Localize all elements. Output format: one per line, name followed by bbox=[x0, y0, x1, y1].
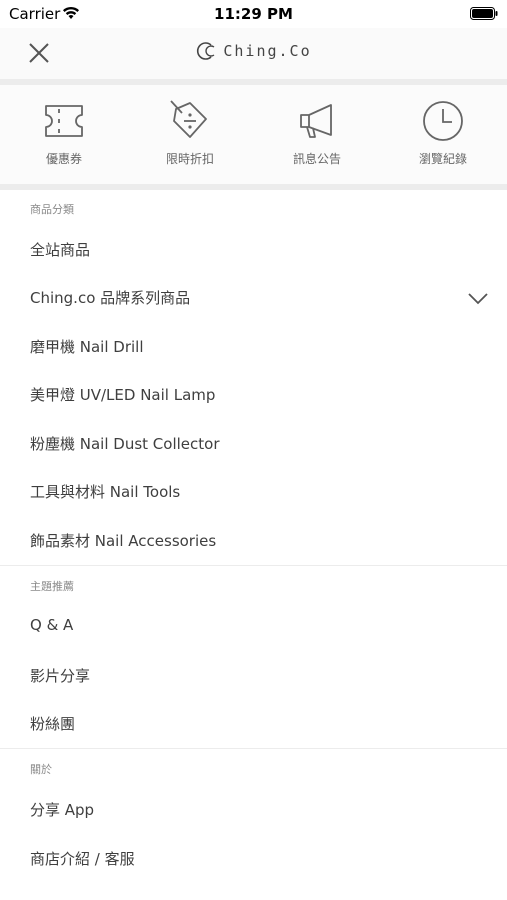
quick-link-coupons[interactable]: 優惠券 bbox=[9, 85, 119, 184]
section-header-about: 關於 bbox=[30, 763, 52, 776]
menu-item-label: 分享 App bbox=[30, 801, 95, 819]
quick-link-history[interactable]: 瀏覽紀錄 bbox=[388, 85, 498, 184]
menu-item-dust-collector[interactable]: 粉塵機 Nail Dust Collector bbox=[0, 420, 507, 468]
menu-item-label: 磨甲機 Nail Drill bbox=[30, 338, 144, 356]
ticket-icon bbox=[45, 105, 83, 137]
menu-item-label: 工具與材料 Nail Tools bbox=[30, 483, 181, 501]
battery-icon bbox=[470, 7, 498, 20]
menu-item-nail-drill[interactable]: 磨甲機 Nail Drill bbox=[0, 323, 507, 371]
menu-item-label: 粉絲團 bbox=[30, 715, 76, 733]
chevron-down-icon[interactable] bbox=[467, 288, 489, 308]
status-bar: Carrier 11:29 PM bbox=[0, 0, 507, 28]
menu-item-label: 商店介紹 / 客服 bbox=[30, 850, 135, 868]
quick-links: 優惠券 限時折扣 訊息公告 瀏覽紀錄 bbox=[0, 85, 507, 184]
quick-link-flash-sale[interactable]: 限時折扣 bbox=[135, 85, 245, 184]
section-header-topics: 主題推薦 bbox=[30, 580, 74, 593]
menu-item-store-info[interactable]: 商店介紹 / 客服 bbox=[0, 835, 507, 883]
quick-links-divider bbox=[0, 184, 507, 190]
menu-item-videos[interactable]: 影片分享 bbox=[0, 652, 507, 700]
quick-link-label: 限時折扣 bbox=[165, 152, 214, 166]
megaphone-icon bbox=[300, 104, 332, 138]
quick-link-label: 優惠券 bbox=[45, 152, 82, 166]
status-time: 11:29 PM bbox=[214, 5, 293, 23]
menu-item-label: Ching.co 品牌系列商品 bbox=[30, 289, 191, 307]
quick-link-label: 訊息公告 bbox=[292, 152, 341, 166]
quick-link-label: 瀏覽紀錄 bbox=[418, 152, 467, 166]
menu-item-label: Q & A bbox=[30, 616, 74, 634]
menu-item-label: 影片分享 bbox=[30, 667, 91, 685]
section-divider bbox=[0, 565, 507, 566]
menu-item-share-app[interactable]: 分享 App bbox=[0, 786, 507, 834]
discount-tag-icon bbox=[170, 100, 207, 138]
menu-item-nail-lamp[interactable]: 美甲燈 UV/LED Nail Lamp bbox=[0, 371, 507, 419]
brand-name: Ching.Co bbox=[223, 42, 312, 60]
menu-item-label: 美甲燈 UV/LED Nail Lamp bbox=[30, 386, 216, 404]
quick-link-announcements[interactable]: 訊息公告 bbox=[262, 85, 372, 184]
menu-item-brand-series[interactable]: Ching.co 品牌系列商品 bbox=[0, 274, 507, 322]
menu-item-nail-tools[interactable]: 工具與材料 Nail Tools bbox=[0, 468, 507, 516]
menu-item-all-products[interactable]: 全站商品 bbox=[0, 226, 507, 274]
brand-logo: Ching.Co bbox=[0, 40, 507, 66]
menu-item-qa[interactable]: Q & A bbox=[0, 603, 507, 651]
section-header-categories: 商品分類 bbox=[30, 203, 74, 216]
menu-item-label: 飾品素材 Nail Accessories bbox=[30, 532, 217, 550]
clock-icon bbox=[423, 101, 463, 141]
brand-mark-icon bbox=[197, 42, 215, 60]
section-divider bbox=[0, 748, 507, 749]
menu-item-nail-accessories[interactable]: 飾品素材 Nail Accessories bbox=[0, 517, 507, 565]
nav-bar: Ching.Co bbox=[0, 28, 507, 79]
menu-item-label: 全站商品 bbox=[30, 241, 91, 259]
menu-item-label: 粉塵機 Nail Dust Collector bbox=[30, 435, 220, 453]
menu-item-fan-page[interactable]: 粉絲團 bbox=[0, 700, 507, 748]
